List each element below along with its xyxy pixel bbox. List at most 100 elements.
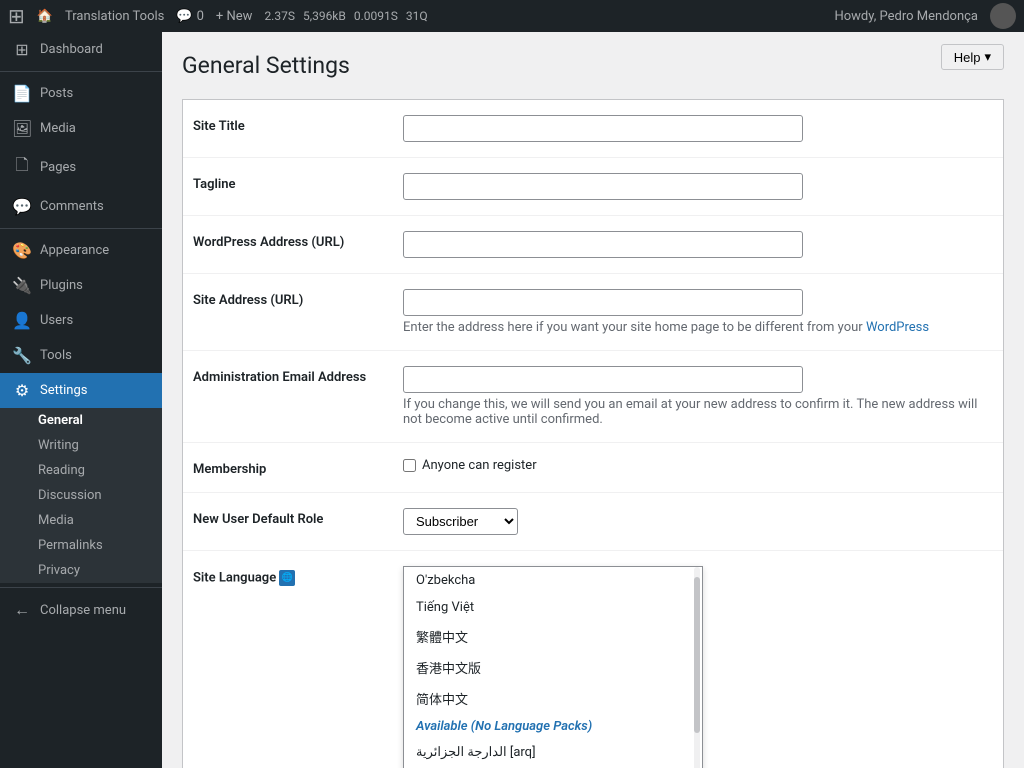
- site-title-label: Site Title: [193, 115, 403, 134]
- sidebar-collapse[interactable]: ← Collapse menu: [0, 592, 162, 628]
- dropdown-scrollbar-thumb: [694, 577, 700, 733]
- collapse-icon: ←: [12, 600, 32, 620]
- submenu-item-general[interactable]: General: [0, 408, 162, 433]
- new-label: + New: [216, 9, 253, 24]
- settings-form: Site Title Tagline WordPress Address (UR…: [182, 99, 1004, 768]
- sidebar-item-dashboard[interactable]: ⊞ Dashboard: [0, 32, 162, 67]
- appearance-icon: 🎨: [12, 241, 32, 260]
- site-language-icon: 🌐: [279, 570, 295, 586]
- sidebar-item-pages[interactable]: 🗋 Pages: [0, 146, 162, 189]
- submenu-item-media[interactable]: Media: [0, 508, 162, 533]
- sidebar-item-settings[interactable]: ⚙ Settings: [0, 373, 162, 408]
- wp-address-label: WordPress Address (URL): [193, 231, 403, 250]
- sidebar-item-posts[interactable]: 📄 Posts: [0, 76, 162, 111]
- wp-layout: ⊞ 🏠 Translation Tools 💬 0 + New 2.37S 5,…: [0, 0, 1024, 768]
- admin-email-note: If you change this, we will send you an …: [403, 397, 993, 427]
- sidebar-item-plugins[interactable]: 🔌 Plugins: [0, 268, 162, 303]
- submenu-label-discussion: Discussion: [38, 488, 102, 503]
- membership-label: Membership: [193, 458, 403, 477]
- admin-bar-plugin[interactable]: Translation Tools: [65, 9, 164, 24]
- perf-time: 2.37S: [264, 9, 295, 23]
- help-chevron-icon: ▾: [984, 49, 991, 65]
- lang-option-zh-hk[interactable]: 香港中文版: [404, 652, 702, 683]
- admin-bar-avatar[interactable]: [990, 3, 1016, 29]
- wp-address-field: [403, 231, 993, 258]
- site-title-field: [403, 115, 993, 142]
- help-label: Help: [954, 50, 981, 65]
- sidebar-sep-1: [0, 71, 162, 72]
- perf-query-time: 0.0091S: [354, 9, 398, 23]
- admin-email-input[interactable]: [403, 366, 803, 393]
- site-title-input[interactable]: [403, 115, 803, 142]
- sidebar-label-plugins: Plugins: [40, 278, 83, 293]
- sidebar-label-posts: Posts: [40, 86, 73, 101]
- howdy-label: Howdy, Pedro Mendonça: [834, 9, 978, 24]
- sidebar-label-comments: Comments: [40, 199, 104, 214]
- submenu-item-writing[interactable]: Writing: [0, 433, 162, 458]
- row-tagline: Tagline: [183, 158, 1003, 216]
- settings-submenu: General Writing Reading Discussion Media…: [0, 408, 162, 583]
- site-address-note-text: Enter the address here if you want your …: [403, 320, 866, 335]
- admin-bar: ⊞ 🏠 Translation Tools 💬 0 + New 2.37S 5,…: [0, 0, 1024, 32]
- sidebar-sep-2: [0, 228, 162, 229]
- lang-option-uz[interactable]: O'zbekcha: [404, 567, 702, 594]
- submenu-label-writing: Writing: [38, 438, 79, 453]
- row-wp-address: WordPress Address (URL): [183, 216, 1003, 274]
- site-address-field: Enter the address here if you want your …: [403, 289, 993, 335]
- lang-option-vi[interactable]: Tiếng Việt: [404, 594, 702, 621]
- submenu-label-general: General: [38, 413, 83, 428]
- comment-icon: 💬: [176, 9, 192, 24]
- sidebar-item-appearance[interactable]: 🎨 Appearance: [0, 233, 162, 268]
- lang-option-zh-tw[interactable]: 繁體中文: [404, 621, 702, 652]
- site-address-note: Enter the address here if you want your …: [403, 320, 993, 335]
- posts-icon: 📄: [12, 84, 32, 103]
- perf-queries: 31Q: [406, 9, 428, 23]
- media-icon: 🖼: [12, 119, 32, 138]
- page-title: General Settings: [182, 52, 1004, 79]
- dropdown-scrollbar: [694, 567, 700, 768]
- comments-icon: 💬: [12, 197, 32, 216]
- submenu-item-discussion[interactable]: Discussion: [0, 483, 162, 508]
- wordpress-logo-icon[interactable]: ⊞: [8, 4, 25, 28]
- admin-bar-new[interactable]: + New: [216, 9, 253, 24]
- sidebar-label-users: Users: [40, 313, 73, 328]
- submenu-item-privacy[interactable]: Privacy: [0, 558, 162, 583]
- default-role-select[interactable]: Subscriber Contributor Author Editor Adm…: [403, 508, 518, 535]
- plugin-name-label: Translation Tools: [65, 9, 164, 24]
- admin-email-label: Administration Email Address: [193, 366, 403, 385]
- sidebar-label-tools: Tools: [40, 348, 72, 363]
- site-address-input[interactable]: [403, 289, 803, 316]
- submenu-label-media: Media: [38, 513, 74, 528]
- help-button[interactable]: Help ▾: [941, 44, 1004, 70]
- admin-bar-comments[interactable]: 💬 0: [176, 9, 204, 24]
- tagline-input[interactable]: [403, 173, 803, 200]
- plugins-icon: 🔌: [12, 276, 32, 295]
- row-membership: Membership Anyone can register: [183, 443, 1003, 493]
- admin-email-field: If you change this, we will send you an …: [403, 366, 993, 427]
- submenu-label-privacy: Privacy: [38, 563, 80, 578]
- sidebar-item-comments[interactable]: 💬 Comments: [0, 189, 162, 224]
- lang-group-no-packs: Available (No Language Packs): [404, 714, 702, 739]
- submenu-item-permalinks[interactable]: Permalinks: [0, 533, 162, 558]
- settings-icon: ⚙: [12, 381, 32, 400]
- wp-body: ⊞ Dashboard 📄 Posts 🖼 Media 🗋 Pages 💬 Co…: [0, 32, 1024, 768]
- membership-checkbox[interactable]: [403, 459, 416, 472]
- site-address-note-link[interactable]: WordPress: [866, 320, 929, 335]
- sidebar-item-media[interactable]: 🖼 Media: [0, 111, 162, 146]
- users-icon: 👤: [12, 311, 32, 330]
- lang-option-arq[interactable]: الدارجة الجزائرية [arq]: [404, 739, 702, 766]
- membership-checkbox-label: Anyone can register: [422, 458, 537, 473]
- wp-address-input[interactable]: [403, 231, 803, 258]
- dashboard-icon: ⊞: [12, 40, 32, 59]
- site-language-field: O'zbekcha Tiếng Việt 繁體中文 香港中文版 简体中文 Ava…: [403, 566, 993, 768]
- sidebar: ⊞ Dashboard 📄 Posts 🖼 Media 🗋 Pages 💬 Co…: [0, 32, 162, 768]
- tools-icon: 🔧: [12, 346, 32, 365]
- submenu-item-reading[interactable]: Reading: [0, 458, 162, 483]
- lang-dropdown-list[interactable]: O'zbekcha Tiếng Việt 繁體中文 香港中文版 简体中文 Ava…: [404, 567, 702, 768]
- lang-option-zh-cn[interactable]: 简体中文: [404, 683, 702, 714]
- admin-bar-home[interactable]: 🏠: [37, 9, 53, 24]
- default-role-label: New User Default Role: [193, 508, 403, 527]
- row-default-role: New User Default Role Subscriber Contrib…: [183, 493, 1003, 551]
- sidebar-item-tools[interactable]: 🔧 Tools: [0, 338, 162, 373]
- sidebar-item-users[interactable]: 👤 Users: [0, 303, 162, 338]
